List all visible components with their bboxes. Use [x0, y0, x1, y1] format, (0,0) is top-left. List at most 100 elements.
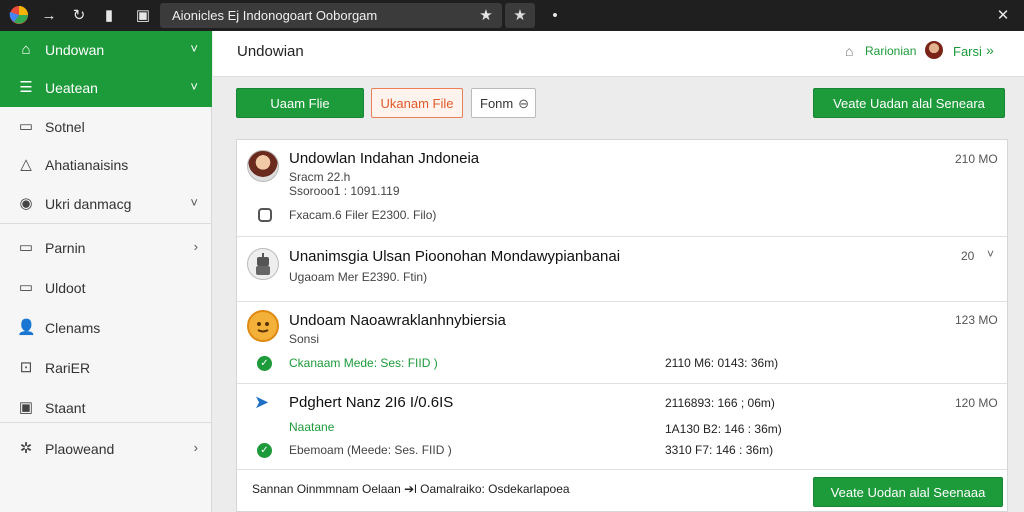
item-subtitle: Sonsi: [289, 332, 320, 346]
robot-icon: [247, 248, 279, 280]
file-list: Undowlan Indahan Jndoneia Sracm 22.h Sso…: [236, 139, 1008, 512]
sidebar-item-6[interactable]: ▭ Parnin ›: [0, 229, 212, 267]
emoji-icon: [247, 310, 279, 342]
item-detail: Ugaoam Mer E2390. Ftin): [289, 270, 428, 284]
chevron-down-icon[interactable]: ˅: [190, 195, 198, 210]
item-subtitle: Naatane: [289, 420, 335, 434]
image-icon: ▣: [18, 399, 34, 416]
bell-icon: △: [20, 156, 32, 173]
favorites-star-icon[interactable]: ★: [505, 3, 535, 28]
form-button-label: Fonm: [480, 96, 514, 111]
header-link[interactable]: Rarionian: [865, 44, 916, 58]
item-meta: 1A130 B2: 146 : 36m): [665, 422, 782, 436]
sidebar-item-3[interactable]: ▭ Sotnel: [0, 108, 212, 146]
inbox-icon: ▭: [18, 118, 34, 135]
sidebar-item-label: RariER: [45, 360, 91, 376]
sidebar-item-label: Ukri danmacg: [45, 196, 132, 212]
item-meta: 2116893: 166 ; 06m): [665, 396, 775, 410]
sidebar-item-label: Uldoot: [45, 280, 86, 296]
footer-text: Sannan Oinmmnam Oelaan ➔l Oamalraiko: Os…: [252, 482, 570, 496]
item-status: Ckanaam Mede: Ses: FIID ): [289, 356, 438, 370]
avatar[interactable]: [925, 41, 943, 59]
sidebar-item-9[interactable]: ⊡ RariER: [0, 349, 212, 387]
sidebar-item-4[interactable]: △ Ahatianaisins: [0, 146, 212, 184]
document-icon: ▭: [18, 279, 34, 296]
file-size: 120 MO: [955, 396, 998, 410]
page-title: Undowian: [237, 43, 304, 60]
extension-icon[interactable]: ▣: [130, 0, 156, 31]
send-icon: ➤: [254, 392, 270, 412]
address-bar-url: Aionicles Ej Indonogoart Ooborgam: [172, 8, 378, 23]
sidebar-item-label: Parnin: [45, 240, 86, 256]
sidebar-item-2[interactable]: ☰ Ueatean ˅: [0, 69, 212, 107]
chevron-down-icon[interactable]: ˅: [190, 79, 198, 94]
chevron-down-icon[interactable]: ˅: [190, 41, 198, 56]
item-title: Undowlan Indahan Jndoneia: [289, 150, 480, 167]
sidebar-item-7[interactable]: ▭ Uldoot: [0, 269, 212, 307]
item-title: Unanimsgia Ulsan Pioonohan Mondawypianba…: [289, 248, 621, 265]
avatar: [247, 150, 279, 182]
home-icon[interactable]: ⌂: [845, 43, 853, 59]
item-subtitle: Sracm 22.h: [289, 170, 351, 184]
sidebar-divider: [0, 223, 212, 224]
item-meta: 3310 F7: 146 : 36m): [665, 443, 774, 457]
chevron-down-icon[interactable]: ˅: [987, 247, 994, 261]
form-button[interactable]: Fonm ⊖: [471, 88, 536, 118]
lock-icon: [258, 208, 272, 222]
sidebar-item-label: Ueatean: [45, 80, 98, 96]
upload-file-button[interactable]: Uaam Flie: [236, 88, 364, 118]
menu-dot-icon[interactable]: •: [548, 0, 562, 31]
sidebar-divider: [0, 422, 212, 423]
row-divider: [237, 469, 1007, 470]
item-title: Undoam Naoawraklanhnybiersia: [289, 312, 506, 329]
close-icon[interactable]: ✕: [994, 0, 1012, 31]
sidebar-item-5[interactable]: ◉ Ukri danmacg ˅: [0, 185, 212, 223]
item-subtitle: Ssorooo1 : 1091.119: [289, 184, 400, 198]
file-size: 210 MO: [955, 152, 998, 166]
bookmark-star-icon[interactable]: ★: [477, 0, 495, 31]
footer-primary-button[interactable]: Veate Uodan alal Seenaaa: [813, 477, 1003, 507]
user-icon: 👤: [17, 319, 36, 336]
sidebar-item-label: Undowan: [45, 42, 105, 58]
list-icon: ☰: [19, 79, 33, 96]
sidebar-item-label: Clenams: [45, 320, 101, 336]
browser-logo-icon: [8, 0, 30, 31]
user-name[interactable]: Farsi: [953, 44, 982, 59]
item-detail: Fxacam.6 Filer E2300. Filo): [289, 208, 437, 222]
create-primary-button[interactable]: Veate Uadan alal Seneara: [813, 88, 1005, 118]
forward-icon[interactable]: →: [40, 0, 58, 31]
sidebar-item-label: Sotnel: [45, 119, 85, 135]
chevron-right-icon[interactable]: ›: [194, 440, 198, 455]
check-icon: ✓: [257, 443, 272, 458]
row-divider: [237, 236, 1007, 237]
eye-icon: ◉: [19, 195, 33, 212]
folder-icon: ▭: [18, 239, 34, 256]
chevron-right-icon[interactable]: »: [986, 42, 994, 58]
item-status: Ebemoam (Meede: Ses. FIID ): [289, 443, 452, 457]
tag-icon: ⊡: [19, 359, 33, 376]
check-icon: ✓: [257, 356, 272, 371]
item-meta: 2110 M6: 0143: 36m): [665, 356, 779, 370]
file-size: 20: [961, 249, 975, 263]
main-header: Undowian ⌂ Rarionian Farsi »: [213, 31, 1024, 77]
minus-circle-icon: ⊖: [518, 96, 529, 111]
chevron-right-icon[interactable]: ›: [194, 239, 198, 254]
sidebar-item-11[interactable]: ✲ Plaoweand ›: [0, 430, 212, 468]
browser-toolbar: → ↻ ▮ ▣ Aionicles Ej Indonogoart Ooborga…: [0, 0, 1024, 31]
sidebar-item-label: Plaoweand: [45, 441, 115, 457]
sidebar-item-8[interactable]: 👤 Clenams: [0, 309, 212, 347]
upload-file-alt-button[interactable]: Ukanam File: [371, 88, 463, 118]
item-title: Pdghert Nanz 2I6 I/0.6IS: [289, 394, 454, 411]
address-bar[interactable]: Aionicles Ej Indonogoart Ooborgam: [160, 3, 502, 28]
sidebar-item-label: Staant: [45, 400, 86, 416]
gear-icon: ✲: [19, 440, 33, 457]
sidebar-item-1[interactable]: ⌂ Undowan ˅: [0, 31, 212, 69]
row-divider: [237, 301, 1007, 302]
reload-icon[interactable]: ↻: [70, 0, 88, 31]
document-icon[interactable]: ▮: [100, 0, 118, 31]
sidebar-item-label: Ahatianaisins: [45, 157, 129, 173]
sidebar: ⌂ Undowan ˅ ☰ Ueatean ˅ ▭ Sotnel △ Ahatianaisins ◉…: [0, 31, 212, 512]
home-icon: ⌂: [21, 41, 31, 58]
row-divider: [237, 383, 1007, 384]
file-size: 123 MO: [955, 313, 998, 327]
